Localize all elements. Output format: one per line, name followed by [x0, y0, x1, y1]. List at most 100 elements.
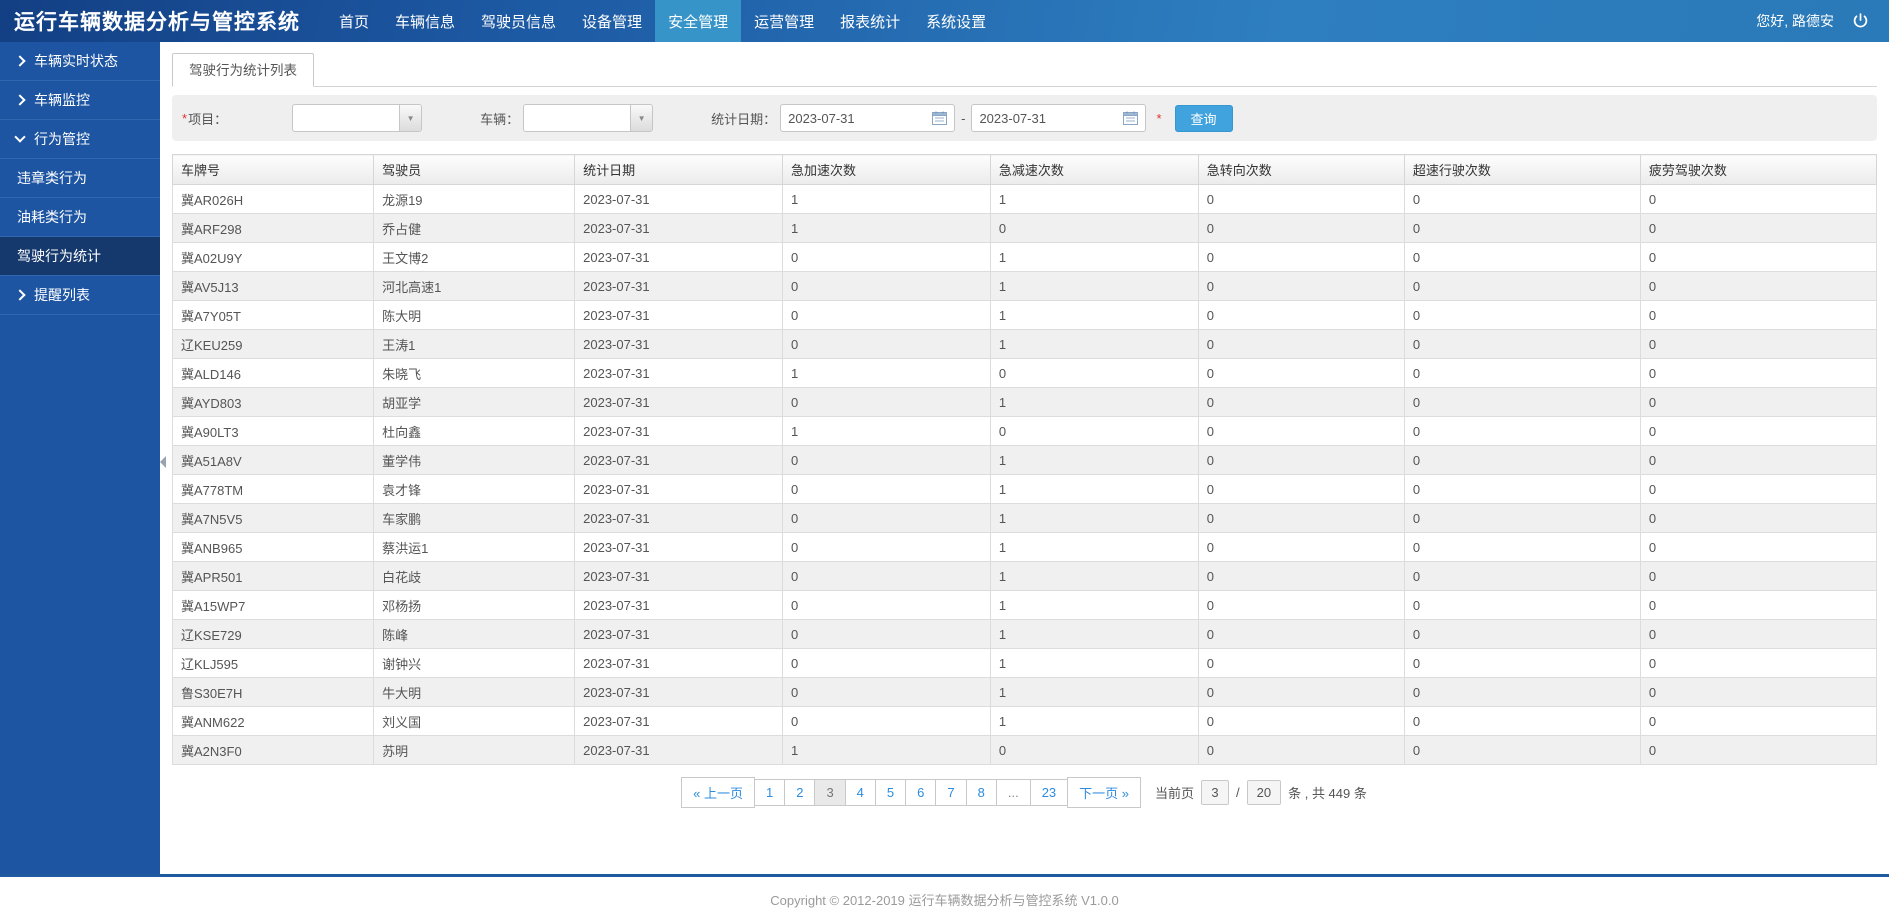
vehicle-select[interactable]: ▼	[523, 104, 653, 132]
table-row[interactable]: 辽KSE729 陈峰 2023-07-31 0 1 0 0 0	[173, 620, 1877, 649]
table-row[interactable]: 冀ARF298 乔占健 2023-07-31 1 0 0 0 0	[173, 214, 1877, 243]
cell-harsh-acceleration: 1	[783, 185, 991, 214]
table-row[interactable]: 冀ANM622 刘义国 2023-07-31 0 1 0 0 0	[173, 707, 1877, 736]
sidebar-item-label: 违章类行为	[17, 168, 87, 188]
sidebar-item-behavior-management[interactable]: 行为管控	[0, 120, 160, 159]
cell-driver: 苏明	[374, 736, 575, 765]
sidebar-item-label: 车辆监控	[34, 90, 90, 110]
page-number-button[interactable]: 7	[935, 779, 966, 806]
cell-fatigue: 0	[1640, 591, 1876, 620]
nav-menu-item[interactable]: 首页	[326, 0, 382, 42]
cell-harsh-turn: 0	[1198, 243, 1404, 272]
table-row[interactable]: 冀A2N3F0 苏明 2023-07-31 1 0 0 0 0	[173, 736, 1877, 765]
table-row[interactable]: 鲁S30E7H 牛大明 2023-07-31 0 1 0 0 0	[173, 678, 1877, 707]
current-page-input[interactable]: 3	[1201, 780, 1229, 805]
date-from-input[interactable]: 2023-07-31	[780, 104, 955, 132]
page-number-button[interactable]: ...	[996, 779, 1031, 806]
logout-button[interactable]	[1850, 11, 1871, 32]
cell-overspeed: 0	[1404, 562, 1640, 591]
dropdown-arrow-icon[interactable]: ▼	[630, 105, 652, 131]
page-number-button[interactable]: 6	[905, 779, 936, 806]
page-number-button[interactable]: 1	[754, 779, 785, 806]
table-row[interactable]: 冀A51A8V 董学伟 2023-07-31 0 1 0 0 0	[173, 446, 1877, 475]
calendar-icon[interactable]	[932, 111, 947, 125]
page-number-button[interactable]: 8	[966, 779, 997, 806]
table-row[interactable]: 冀AYD803 胡亚学 2023-07-31 0 1 0 0 0	[173, 388, 1877, 417]
table-row[interactable]: 冀A7N5V5 车家鹏 2023-07-31 0 1 0 0 0	[173, 504, 1877, 533]
table-row[interactable]: 冀AR026H 龙源19 2023-07-31 1 1 0 0 0	[173, 185, 1877, 214]
project-select[interactable]: ▼	[292, 104, 422, 132]
cell-date: 2023-07-31	[575, 388, 783, 417]
nav-menu-item[interactable]: 驾驶员信息	[468, 0, 569, 42]
cell-plate: 鲁S30E7H	[173, 678, 374, 707]
table-row[interactable]: 冀A7Y05T 陈大明 2023-07-31 0 1 0 0 0	[173, 301, 1877, 330]
cell-harsh-turn: 0	[1198, 504, 1404, 533]
table-row[interactable]: 辽KEU259 王涛1 2023-07-31 0 1 0 0 0	[173, 330, 1877, 359]
cell-harsh-turn: 0	[1198, 678, 1404, 707]
cell-date: 2023-07-31	[575, 620, 783, 649]
page-number-button[interactable]: 2	[784, 779, 815, 806]
page-separator: /	[1236, 785, 1240, 800]
table-row[interactable]: 冀A15WP7 邓杨扬 2023-07-31 0 1 0 0 0	[173, 591, 1877, 620]
tab-driving-behavior-list[interactable]: 驾驶行为统计列表	[172, 53, 314, 87]
cell-harsh-deceleration: 1	[990, 243, 1198, 272]
cell-plate: 冀A15WP7	[173, 591, 374, 620]
cell-harsh-acceleration: 0	[783, 504, 991, 533]
copyright-text: Copyright © 2012-2019 运行车辆数据分析与管控系统 V1.0…	[0, 890, 1889, 909]
nav-menu-item[interactable]: 运营管理	[741, 0, 827, 42]
cell-harsh-turn: 0	[1198, 649, 1404, 678]
cell-harsh-deceleration: 1	[990, 330, 1198, 359]
cell-harsh-acceleration: 0	[783, 388, 991, 417]
dropdown-arrow-icon[interactable]: ▼	[399, 105, 421, 131]
sidebar-item-violation-behavior[interactable]: 违章类行为	[0, 159, 160, 198]
table-row[interactable]: 冀ALD146 朱晓飞 2023-07-31 1 0 0 0 0	[173, 359, 1877, 388]
cell-overspeed: 0	[1404, 359, 1640, 388]
page-number-button[interactable]: 4	[845, 779, 876, 806]
table-row[interactable]: 冀APR501 白花歧 2023-07-31 0 1 0 0 0	[173, 562, 1877, 591]
table-row[interactable]: 冀A90LT3 杜向鑫 2023-07-31 1 0 0 0 0	[173, 417, 1877, 446]
sidebar-collapse-handle collapse-left-icon[interactable]	[160, 456, 166, 468]
cell-fatigue: 0	[1640, 475, 1876, 504]
vehicle-select-value	[524, 105, 630, 131]
cell-harsh-acceleration: 0	[783, 678, 991, 707]
table-row[interactable]: 冀A778TM 袁才锋 2023-07-31 0 1 0 0 0	[173, 475, 1877, 504]
page-number-button[interactable]: 5	[875, 779, 906, 806]
sidebar-item-driving-behavior-stats[interactable]: 驾驶行为统计	[0, 237, 160, 276]
cell-date: 2023-07-31	[575, 185, 783, 214]
table-row[interactable]: 冀AV5J13 河北高速1 2023-07-31 0 1 0 0 0	[173, 272, 1877, 301]
cell-harsh-acceleration: 0	[783, 272, 991, 301]
search-button[interactable]: 查询	[1175, 105, 1233, 132]
sidebar-item-vehicle-realtime-status[interactable]: 车辆实时状态	[0, 42, 160, 81]
page-size-input[interactable]: 20	[1247, 780, 1281, 805]
cell-harsh-acceleration: 0	[783, 243, 991, 272]
cell-harsh-acceleration: 0	[783, 330, 991, 359]
cell-harsh-acceleration: 0	[783, 591, 991, 620]
table-row[interactable]: 辽KLJ595 谢钟兴 2023-07-31 0 1 0 0 0	[173, 649, 1877, 678]
cell-overspeed: 0	[1404, 678, 1640, 707]
cell-harsh-deceleration: 0	[990, 359, 1198, 388]
next-page-button[interactable]: 下一页 »	[1067, 777, 1141, 808]
table-row[interactable]: 冀A02U9Y 王文博2 2023-07-31 0 1 0 0 0	[173, 243, 1877, 272]
nav-menu-item[interactable]: 设备管理	[569, 0, 655, 42]
cell-harsh-acceleration: 0	[783, 446, 991, 475]
nav-menu-item[interactable]: 系统设置	[913, 0, 999, 42]
table-row[interactable]: 冀ANB965 蔡洪运1 2023-07-31 0 1 0 0 0	[173, 533, 1877, 562]
column-header: 急加速次数	[783, 155, 991, 185]
calendar-icon[interactable]	[1123, 111, 1138, 125]
sidebar-item-reminder-list[interactable]: 提醒列表	[0, 276, 160, 315]
cell-fatigue: 0	[1640, 446, 1876, 475]
cell-driver: 胡亚学	[374, 388, 575, 417]
page-number-button[interactable]: 23	[1030, 779, 1068, 806]
nav-menu-item[interactable]: 报表统计	[827, 0, 913, 42]
sidebar-item-fuel-behavior[interactable]: 油耗类行为	[0, 198, 160, 237]
sidebar-item-vehicle-monitoring[interactable]: 车辆监控	[0, 81, 160, 120]
nav-menu-item[interactable]: 安全管理	[655, 0, 741, 42]
cell-harsh-turn: 0	[1198, 736, 1404, 765]
cell-harsh-acceleration: 0	[783, 620, 991, 649]
filter-bar: * 项目： ▼ 车辆： ▼ 统计日期： 2023-07-31	[172, 95, 1877, 141]
prev-page-button[interactable]: « 上一页	[681, 777, 755, 808]
page-number-button[interactable]: 3	[814, 779, 845, 806]
date-to-input[interactable]: 2023-07-31	[971, 104, 1146, 132]
cell-harsh-deceleration: 1	[990, 562, 1198, 591]
nav-menu-item[interactable]: 车辆信息	[382, 0, 468, 42]
